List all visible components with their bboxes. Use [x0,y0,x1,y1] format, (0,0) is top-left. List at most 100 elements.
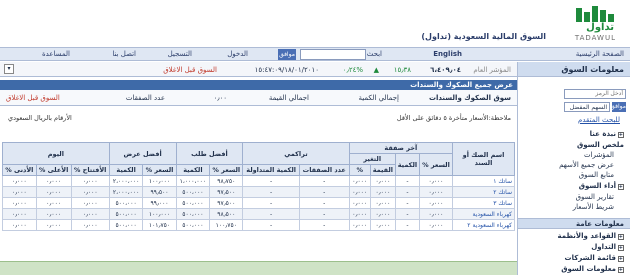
cell-open: ٠٫٠٠٠ [70,175,110,187]
cell-price: ٠٫٠٠٠ [418,197,454,209]
bond-name-link[interactable]: كهرباء السعودية [452,208,515,220]
advanced-search-link[interactable]: للبحث المتقدم [578,116,620,124]
cell-change-value: ٠٫٠٠٠ [369,175,396,187]
bonds-table: اسم الصك أو السند آخر صفقة تراكمي أفضل ط… [2,142,515,231]
cell-qty: - [394,186,420,198]
sidebar-item-rules[interactable]: +القواعد والأنظمة [558,232,624,240]
expand-icon[interactable]: + [618,234,624,240]
summary-bar: سوق الصكوك والسندات إجمالي الكمية اجمالي… [0,90,517,106]
cell-open: ٠٫٠٠٠ [70,208,110,220]
nav-help[interactable]: المساعدة [42,50,70,58]
expand-icon[interactable]: + [618,256,624,262]
summary-value-label: اجمالي القيمة [268,94,309,102]
cell-ask-qty: ٢،٠٠٠،٠٠٠ [108,186,144,198]
cell-change-pct: ٠٫٠٠٠ [348,208,371,220]
nav-login[interactable]: الدخول [227,50,248,58]
cell-change-value: ٠٫٠٠٠ [369,208,396,220]
col-deals: عدد الصفقات [298,164,350,176]
cell-ask-price: ١٠٠٫٠٠٠ [142,208,177,220]
sidebar-section-general: معلومات عامة [518,218,630,229]
expand-icon[interactable]: + [618,184,624,190]
sidebar-item-market-watch[interactable]: متابع السوق [579,171,614,179]
summary-category: سوق الصكوك والسندات [428,94,511,102]
cell-deals: - [298,219,350,231]
sidebar-item-all-stocks[interactable]: عرض جميع الأسهم [559,161,614,169]
cell-ask-price: ١٠١٫٧٥٠ [142,219,177,231]
content-title: عرض جميع الصكوك والسندات [0,80,517,90]
sidebar-go-button[interactable]: موافق [610,102,626,112]
sidebar-header: معلومات السوق [518,62,630,77]
cell-deals: - [298,197,350,209]
main-content: عرض جميع الصكوك والسندات سوق الصكوك والس… [0,80,517,275]
table-row[interactable]: ساتك ٣ ٠٫٠٠٠ - ٠٫٠٠٠ ٠٫٠٠٠ - - ٩٧٫٥٠٠ ٥٠… [2,197,515,209]
col-open: الأفتتاح % [70,164,110,176]
symbol-input[interactable] [564,89,626,99]
nav-home[interactable]: الصفحة الرئيسية [576,50,624,58]
page-header: تداول TADAWUL السوق المالية السعودية (تد… [0,0,630,46]
sidebar-item-indices[interactable]: المؤشرات [584,151,614,159]
sidebar-item-price-ticker[interactable]: شريط الأسعار [573,203,614,211]
expand-icon[interactable]: + [618,245,624,251]
nav-contact[interactable]: اتصل بنا [112,50,136,58]
cell-high: ٠٫٠٠٠ [35,208,72,220]
col-low: الأدنى % [2,164,37,176]
market-ticker: المؤشر العام ٦،٤٠٩٫٠٤ ١٥٫٣٨ ▲ %٠٫٢٤ ١٥:٤… [0,62,517,77]
cell-bid-price: ٩٨٫٥٠٠ [209,208,244,220]
sidebar-item-companies[interactable]: +قائمة الشركات [565,254,624,262]
nav-search-label: ابحث [366,50,382,58]
cell-deals: - [298,186,350,198]
col-group-change: التغير [348,153,396,165]
nav-search-input[interactable] [300,49,366,60]
col-ask-qty: الكمية [108,164,144,176]
cell-ask-price: ٩٩٫٠٠٠ [142,197,177,209]
col-high: الأعلى % [35,164,72,176]
summary-deals-label: عدد الصفقات [125,94,165,102]
sidebar-item-about[interactable]: +نبذة عنا [590,130,624,138]
col-traded-qty: الكمية المتداولة [242,164,300,176]
col-group-last-deal: آخر صفقة [348,142,454,154]
cell-qty: - [394,197,420,209]
cell-bid-qty: ٥٠٠،٠٠٠ [175,208,211,220]
cell-traded: - [242,208,300,220]
ticker-status: السوق قبل الاغلاق [163,66,217,74]
cell-ask-qty: ٢،٠٠٠،٠٠٠ [108,175,144,187]
sidebar-item-market-performance[interactable]: +أداء السوق [579,182,624,190]
cell-change-pct: ٠٫٠٠٠ [348,175,371,187]
cell-ask-qty: ٥٠٠،٠٠٠ [108,219,144,231]
cell-low: ٠٫٠٠٠ [2,186,37,198]
table-row[interactable]: ساتك ١ ٠٫٠٠٠ - ٠٫٠٠٠ ٠٫٠٠٠ - - ٩٨٫٧٥٠ ١،… [2,175,515,187]
nav-english[interactable]: English [433,50,462,58]
ticker-datetime: ١٥:٤٧:٠٩/١٨/٠١/٢٠١٠ [254,66,319,74]
cell-open: ٠٫٠٠٠ [70,197,110,209]
sidebar-item-trading[interactable]: +التداول [591,243,624,251]
cell-price: ٠٫٠٠٠ [418,219,454,231]
dropdown-arrow-icon[interactable]: ▾ [4,64,14,74]
cell-open: ٠٫٠٠٠ [70,219,110,231]
sidebar-item-market-summary[interactable]: ملخص السوق [577,141,624,149]
cell-high: ٠٫٠٠٠ [35,186,72,198]
cell-price: ٠٫٠٠٠ [418,186,454,198]
expand-icon[interactable]: + [618,267,624,273]
table-row[interactable]: كهرباء السعودية ٠٫٠٠٠ - ٠٫٠٠٠ ٠٫٠٠٠ - - … [2,208,515,220]
table-row[interactable]: كهرباء السعودية ٢ ٠٫٠٠٠ - ٠٫٠٠٠ ٠٫٠٠٠ - … [2,219,515,231]
cell-qty: - [394,208,420,220]
col-group-cumulative: تراكمي [242,142,350,165]
nav-register[interactable]: التسجيل [168,50,192,58]
sidebar-item-market-info[interactable]: +معلومات السوق [561,265,624,273]
notes-area: ملاحظة:الأسعار متأخرة ٥ دقائق على الأقل … [0,106,517,132]
favorite-stock-select[interactable]: السهم المفضل [564,102,610,112]
cell-qty: - [394,219,420,231]
cell-bid-price: ٩٧٫٥٠٠ [209,186,244,198]
sidebar-item-market-reports[interactable]: تقارير السوق [576,193,614,201]
expand-icon[interactable]: + [618,132,624,138]
col-qty: الكمية [394,153,420,176]
nav-search-button[interactable]: موافق [278,49,296,60]
cell-qty: - [394,175,420,187]
bond-name-link[interactable]: ساتك ١ [452,175,515,187]
col-group-best-bid: أفضل طلب [175,142,244,165]
bond-name-link[interactable]: كهرباء السعودية ٢ [452,219,515,231]
table-row[interactable]: ساتك ٢ ٠٫٠٠٠ - ٠٫٠٠٠ ٠٫٠٠٠ - - ٩٧٫٥٠٠ ٥٠… [2,186,515,198]
bond-name-link[interactable]: ساتك ٣ [452,197,515,209]
tadawul-logo[interactable]: تداول TADAWUL [552,4,624,42]
bond-name-link[interactable]: ساتك ٢ [452,186,515,198]
